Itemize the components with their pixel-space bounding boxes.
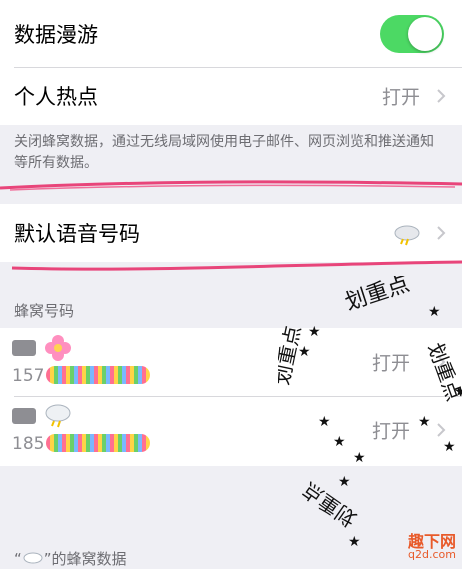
voice-group: 默认语音号码 bbox=[0, 204, 462, 262]
data-roaming-row[interactable]: 数据漫游 bbox=[0, 0, 462, 67]
sim-row-2-value: 打开 bbox=[371, 420, 410, 443]
watermark-brand: 趣下网 bbox=[407, 532, 456, 551]
personal-hotspot-value: 打开 bbox=[381, 86, 420, 109]
watermark-site: q2d.com bbox=[408, 548, 456, 561]
footer-quote-open: “ bbox=[14, 550, 22, 568]
site-watermark: 趣下网 q2d.com bbox=[407, 532, 456, 562]
chevron-right-icon bbox=[437, 89, 446, 103]
cloud-icon bbox=[23, 552, 43, 564]
chevron-right-icon bbox=[437, 226, 446, 240]
svg-text:★: ★ bbox=[338, 474, 351, 490]
chevron-right-icon bbox=[437, 423, 446, 437]
chevron-right-icon bbox=[437, 355, 446, 369]
cellular-off-note: 关闭蜂窝数据，通过无线局域网使用电子邮件、网页浏览和推送通知等所有数据。 bbox=[14, 134, 434, 171]
highlight-stroke-top bbox=[0, 180, 462, 191]
sim-section-header: 蜂窝号码 bbox=[14, 302, 75, 320]
redacted-number bbox=[46, 434, 150, 452]
cloud-emoji-icon bbox=[45, 404, 71, 428]
svg-text:划重点: 划重点 bbox=[342, 276, 413, 316]
sim-group: 157 打开 185 打开 bbox=[0, 328, 462, 466]
sim-number-prefix: 185 bbox=[12, 434, 45, 454]
svg-text:划重点: 划重点 bbox=[298, 477, 361, 531]
settings-group-top: 数据漫游 个人热点 打开 bbox=[0, 0, 462, 125]
cloud-icon bbox=[394, 225, 420, 246]
redacted-number bbox=[46, 366, 150, 384]
flower-emoji-icon bbox=[45, 335, 71, 361]
svg-text:★: ★ bbox=[428, 304, 441, 320]
svg-text:★: ★ bbox=[348, 534, 361, 550]
default-voice-row[interactable]: 默认语音号码 bbox=[0, 204, 462, 262]
footer-title: ”的蜂窝数据 bbox=[43, 550, 127, 568]
default-voice-label: 默认语音号码 bbox=[14, 222, 140, 246]
sim-row-1-value: 打开 bbox=[371, 352, 410, 375]
personal-hotspot-row[interactable]: 个人热点 打开 bbox=[0, 67, 462, 125]
data-roaming-label: 数据漫游 bbox=[14, 22, 98, 47]
sim-badge-icon bbox=[12, 340, 36, 356]
personal-hotspot-label: 个人热点 bbox=[14, 85, 98, 109]
sim-row-2[interactable]: 185 打开 bbox=[0, 396, 462, 464]
data-roaming-toggle[interactable] bbox=[380, 14, 444, 53]
sim-badge-icon bbox=[12, 408, 36, 424]
toggle-knob bbox=[408, 16, 442, 51]
sim-number-prefix: 157 bbox=[12, 366, 45, 386]
cloud-cellular-data-header: “ ”的蜂窝数据 bbox=[14, 548, 127, 569]
sim-row-1[interactable]: 157 打开 bbox=[0, 328, 462, 396]
